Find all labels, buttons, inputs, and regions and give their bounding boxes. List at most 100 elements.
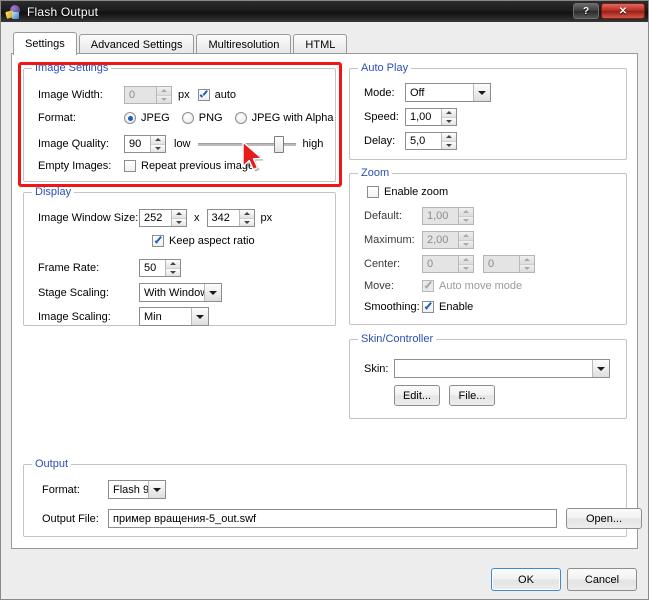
zoom-center-x-spin-buttons[interactable] [458,256,473,272]
image-window-width-spin-up[interactable] [172,210,186,219]
mouse-cursor [242,141,264,172]
radio-jpeg-label: JPEG [141,112,170,124]
output-format-dropdown[interactable]: Flash 9 [108,480,166,499]
chevron-down-icon[interactable] [191,308,208,325]
image-window-height-spin-buttons[interactable] [238,210,254,226]
image-window-width-spinner[interactable]: 252 [139,209,187,227]
output-file-row: Output File: пример вращения-5_out.swf O… [42,508,642,529]
zoom-center-y-spin-buttons[interactable] [519,256,534,272]
flash-output-dialog: Flash Output ? ✕ Settings Advanced Setti… [0,0,649,600]
smoothing-enable-checkbox[interactable] [422,301,434,313]
image-quality-spin-up[interactable] [151,136,165,145]
zoom-default-spin-buttons[interactable] [458,208,473,224]
zoom-center-x-spin-up[interactable] [459,256,473,265]
image-quality-spin-down[interactable] [151,144,165,152]
radio-jpeg[interactable] [124,112,136,124]
auto-play-speed-spin-up[interactable] [442,109,456,118]
auto-play-speed-spin-buttons[interactable] [441,109,456,125]
frame-rate-spin-down[interactable] [166,268,180,276]
zoom-default-spinner[interactable]: 1,00 [422,207,474,225]
zoom-default-label: Default: [364,210,402,222]
slider-thumb[interactable] [273,136,284,153]
image-window-height-spinner[interactable]: 342 [206,209,255,227]
repeat-previous-image-checkbox[interactable] [124,160,136,172]
auto-play-delay-spin-buttons[interactable] [441,133,456,149]
chevron-down-icon[interactable] [592,360,609,377]
image-width-spin-down[interactable] [157,95,171,103]
zoom-smoothing-row: Smoothing: Enable [364,301,473,313]
image-width-spinner[interactable]: 0 [124,86,172,104]
stage-scaling-dropdown[interactable]: With Window [139,283,222,302]
image-window-width-spin-down[interactable] [172,218,186,226]
image-window-width-spin-buttons[interactable] [171,210,186,226]
auto-play-speed-spinner[interactable]: 1,00 [405,108,457,126]
auto-label: auto [214,89,237,101]
format-label: Format: [38,112,76,124]
empty-images-row: Empty Images: Repeat previous image [38,160,254,172]
image-window-height-spin-down[interactable] [239,218,254,226]
radio-jpeg-alpha-label: JPEG with Alpha [251,112,334,124]
zoom-center-x-spin-down[interactable] [459,264,473,272]
zoom-center-x-spinner[interactable]: 0 [422,255,474,273]
tab-html[interactable]: HTML [293,34,348,54]
output-file-input[interactable]: пример вращения-5_out.swf [108,509,557,528]
chevron-down-icon[interactable] [204,284,221,301]
tab-settings[interactable]: Settings [13,32,77,55]
image-window-height-spin-up[interactable] [239,210,254,219]
auto-play-delay-spinner[interactable]: 5,0 [405,132,457,150]
auto-play-speed-row: Speed: 1,00 [364,108,457,126]
frame-rate-label: Frame Rate: [38,262,100,274]
zoom-maximum-spin-up[interactable] [459,232,473,241]
auto-play-speed-spin-down[interactable] [442,117,456,125]
zoom-default-spin-up[interactable] [459,208,473,217]
keep-aspect-ratio-checkbox[interactable] [152,235,164,247]
auto-play-delay-spin-down[interactable] [442,141,456,149]
auto-play-delay-row: Delay: 5,0 [364,132,457,150]
skin-dropdown[interactable] [394,359,610,378]
radio-jpeg-alpha[interactable] [234,112,247,124]
auto-play-group: Auto Play Mode: Off Speed: 1,00 Delay: 5… [349,62,627,160]
frame-rate-spin-buttons[interactable] [165,260,180,276]
auto-play-speed-value: 1,00 [410,111,432,123]
stage-scaling-label: Stage Scaling: [38,286,109,299]
zoom-center-y-spin-down[interactable] [520,264,534,272]
auto-play-delay-value: 5,0 [410,135,426,147]
skin-edit-button[interactable]: Edit... [394,385,440,406]
radio-png[interactable] [181,112,194,124]
auto-move-mode-checkbox[interactable] [422,280,434,292]
frame-rate-spinner[interactable]: 50 [139,259,181,277]
image-quality-spin-buttons[interactable] [150,136,165,152]
image-quality-spinner[interactable]: 90 [124,135,166,153]
zoom-maximum-value: 2,00 [427,234,449,246]
chevron-down-icon[interactable] [148,481,165,498]
tab-advanced-settings[interactable]: Advanced Settings [78,34,195,54]
skin-file-button[interactable]: File... [449,385,495,406]
frame-rate-spin-up[interactable] [166,260,180,269]
quality-high-label: high [302,138,324,150]
zoom-center-y-value: 0 [488,258,495,270]
zoom-default-spin-down[interactable] [459,216,473,224]
cancel-button[interactable]: Cancel [567,568,637,591]
help-button[interactable]: ? [573,3,599,19]
auto-play-mode-dropdown[interactable]: Off [405,83,491,102]
image-width-spin-up[interactable] [157,87,171,96]
chevron-down-icon[interactable] [473,84,490,101]
ok-button[interactable]: OK [491,568,561,591]
tab-multiresolution[interactable]: Multiresolution [196,34,292,54]
zoom-maximum-spin-down[interactable] [459,240,473,248]
zoom-center-y-spinner[interactable]: 0 [483,255,535,273]
zoom-maximum-spinner[interactable]: 2,00 [422,231,474,249]
close-icon[interactable]: ✕ [601,3,645,19]
image-scaling-dropdown[interactable]: Min [139,307,209,326]
skin-buttons-row: Edit... File... [394,385,495,406]
image-quality-row: Image Quality: 90 low high [38,135,323,153]
zoom-maximum-spin-buttons[interactable] [458,232,473,248]
auto-checkbox[interactable] [197,89,210,101]
zoom-center-y-spin-up[interactable] [520,256,534,265]
image-width-spin-buttons[interactable] [156,87,171,103]
auto-play-delay-spin-up[interactable] [442,133,456,142]
output-open-button[interactable]: Open... [566,508,642,529]
image-width-value: 0 [129,89,136,101]
image-window-height-value: 342 [211,212,230,224]
enable-zoom-checkbox[interactable] [367,186,379,198]
